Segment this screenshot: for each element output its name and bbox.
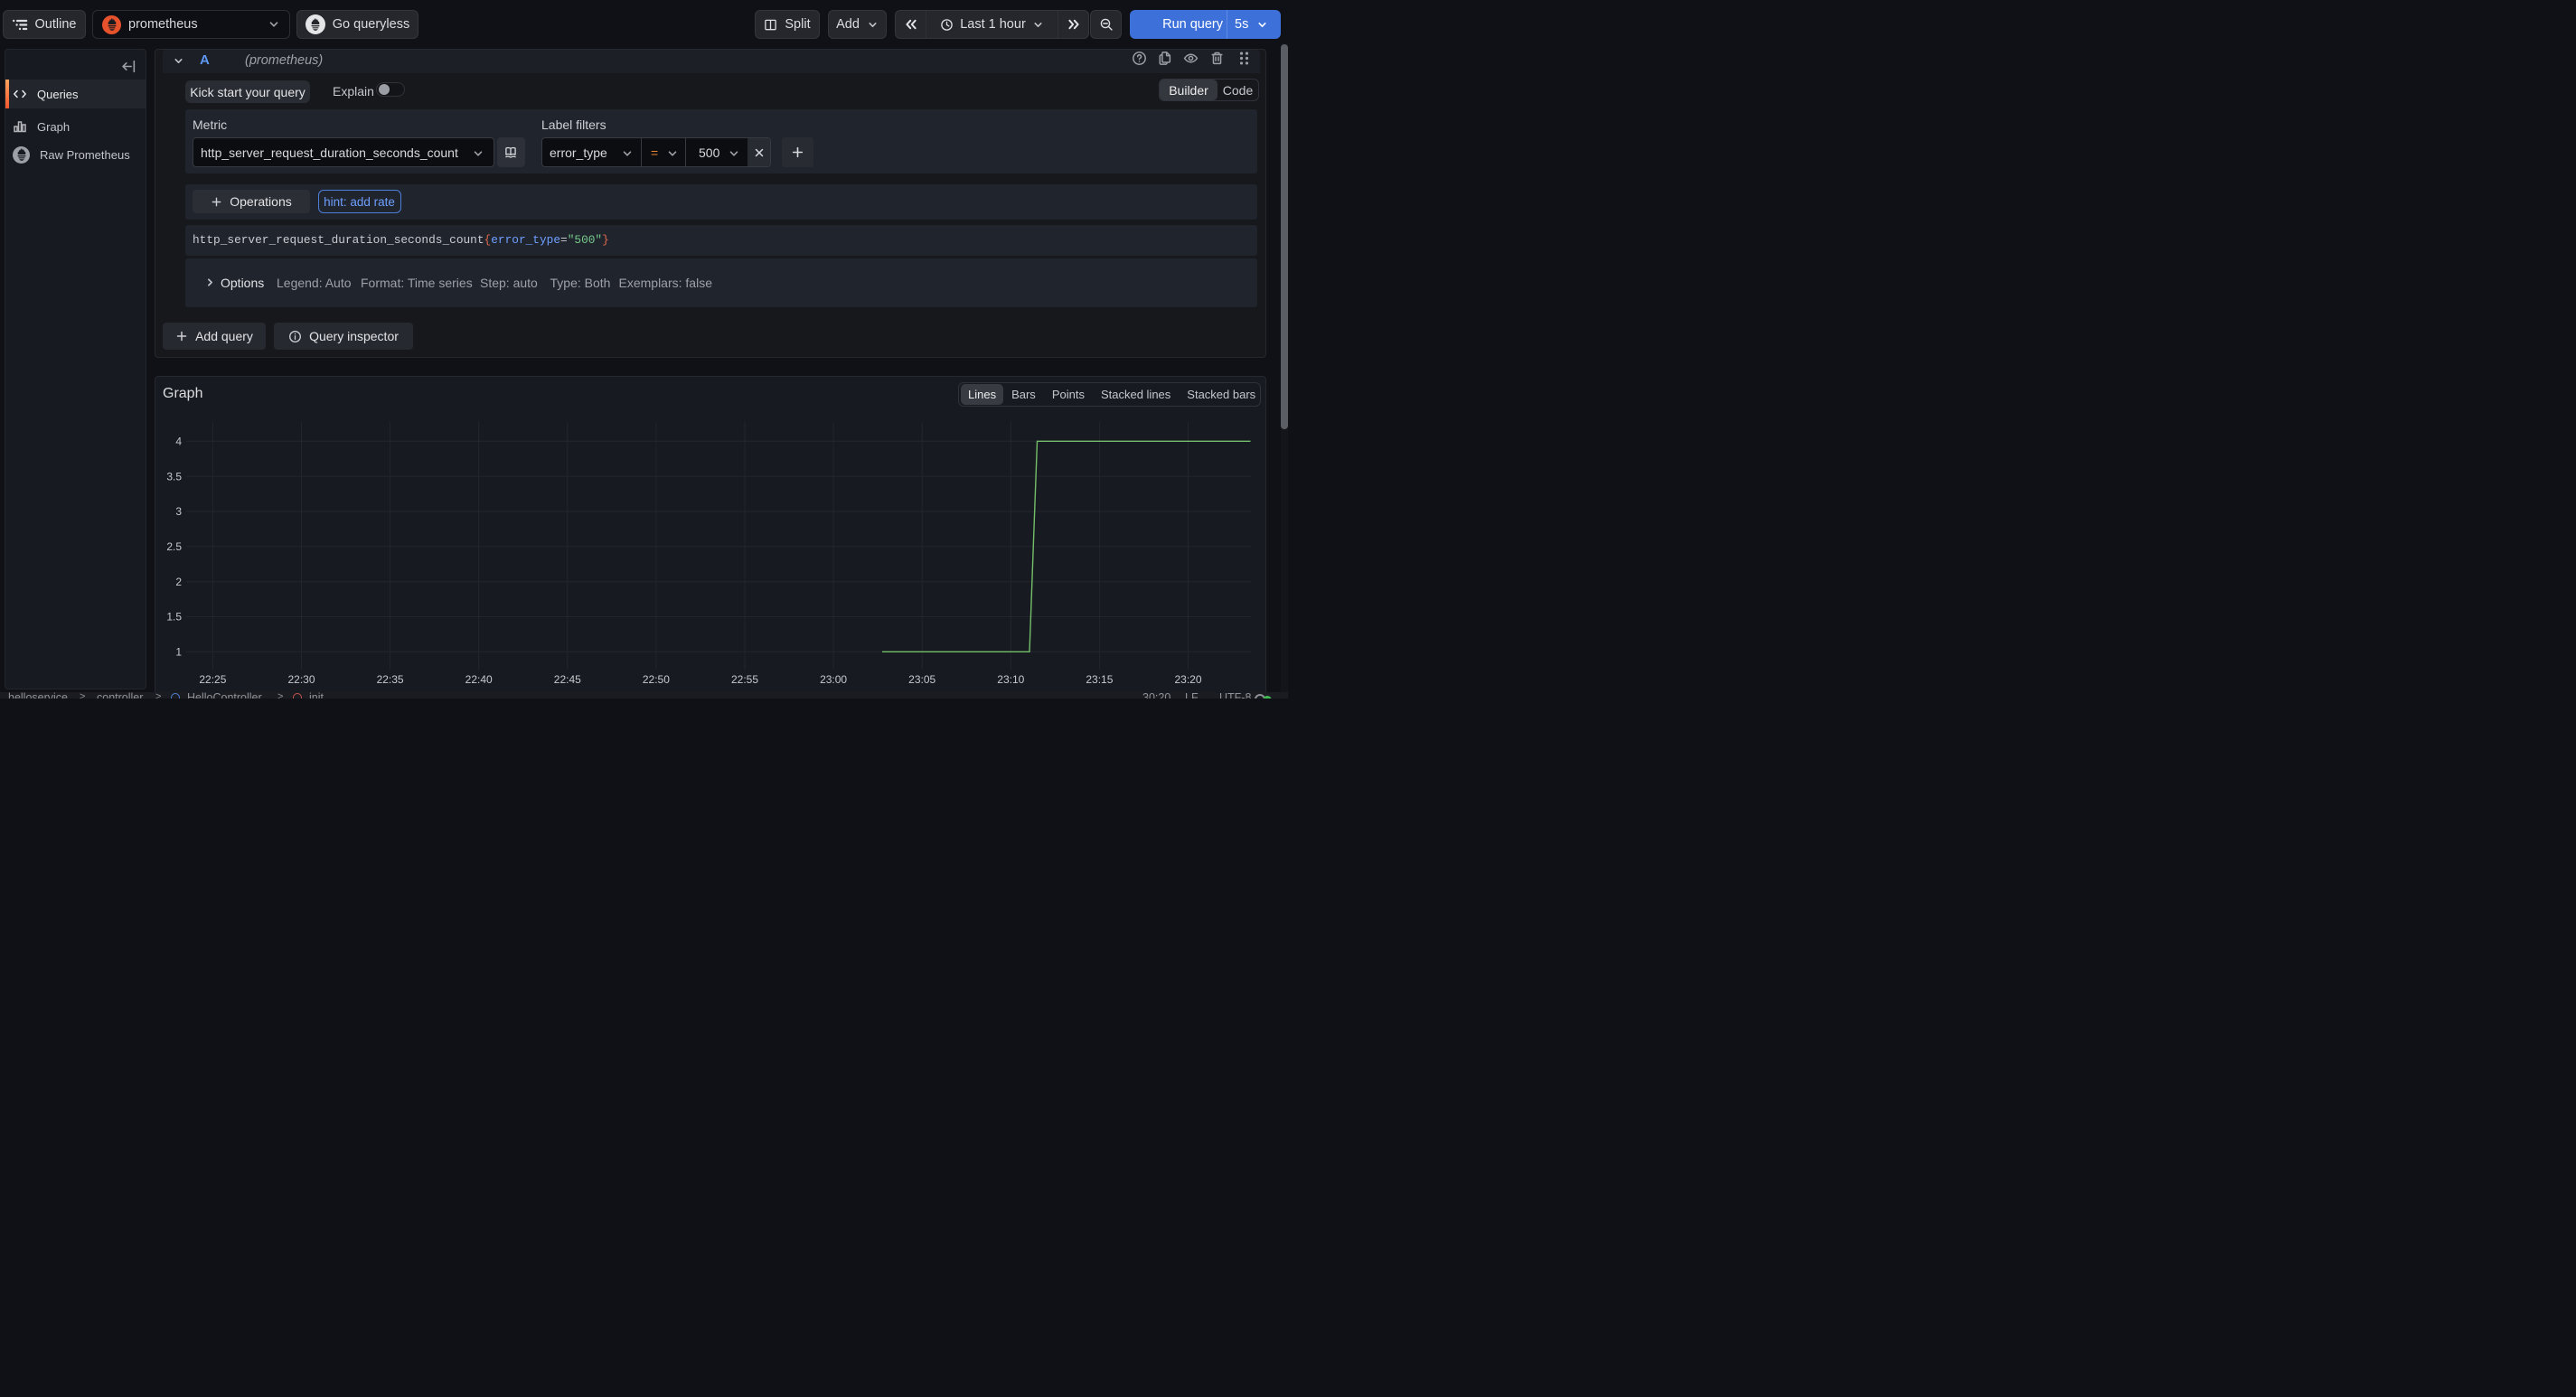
svg-text:22:55: 22:55 [731, 673, 758, 686]
svg-text:23:05: 23:05 [908, 673, 935, 686]
svg-text:1.5: 1.5 [166, 611, 182, 623]
svg-text:22:35: 22:35 [377, 673, 404, 686]
svg-text:2.5: 2.5 [166, 540, 182, 553]
svg-text:23:20: 23:20 [1174, 673, 1201, 686]
svg-text:1: 1 [175, 646, 182, 659]
svg-text:4: 4 [175, 436, 182, 448]
svg-text:3: 3 [175, 505, 182, 518]
svg-text:3.5: 3.5 [166, 470, 182, 483]
svg-text:22:25: 22:25 [199, 673, 226, 686]
svg-text:22:40: 22:40 [465, 673, 493, 686]
svg-text:23:15: 23:15 [1086, 673, 1113, 686]
svg-text:23:10: 23:10 [997, 673, 1024, 686]
svg-text:23:00: 23:00 [820, 673, 847, 686]
svg-text:2: 2 [175, 576, 182, 588]
svg-text:22:30: 22:30 [287, 673, 315, 686]
svg-text:22:50: 22:50 [643, 673, 670, 686]
svg-text:22:45: 22:45 [554, 673, 581, 686]
